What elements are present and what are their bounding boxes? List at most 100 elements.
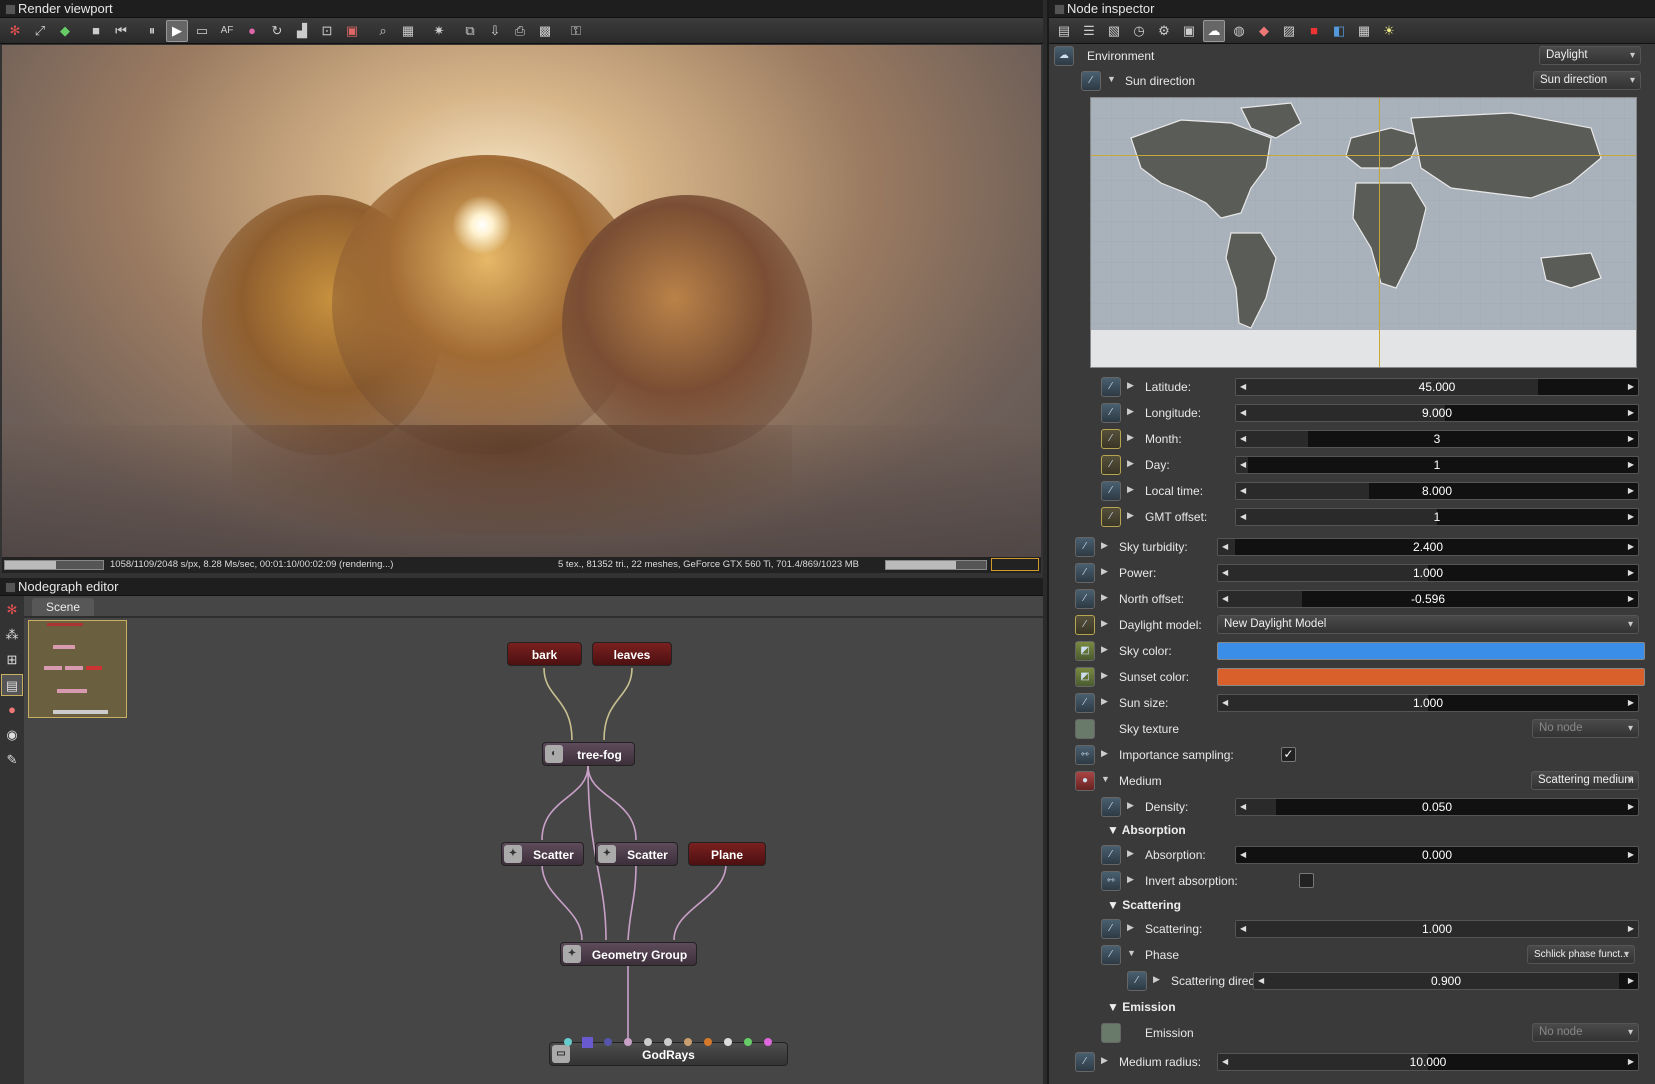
- export-icon[interactable]: ⇩: [484, 20, 506, 42]
- sky-texture-node-dropdown[interactable]: No node: [1532, 719, 1639, 738]
- power-node-icon[interactable]: ⁄: [1075, 563, 1095, 583]
- local-time-expand-icon[interactable]: ▶: [1127, 484, 1134, 495]
- save-icon[interactable]: ⎙: [509, 20, 531, 42]
- rewind-icon[interactable]: ⏮: [110, 20, 132, 42]
- sunset-color-node-icon[interactable]: ◩: [1075, 667, 1095, 687]
- importance-sampling-node-icon[interactable]: ⇿: [1075, 745, 1095, 765]
- scattering-direction-node-icon[interactable]: ⁄: [1127, 971, 1147, 991]
- density-slider[interactable]: ◀ ▶ 0.050: [1235, 798, 1639, 816]
- medium-radius-slider[interactable]: ◀ ▶ 10.000: [1217, 1053, 1639, 1071]
- medium-radius-expand-icon[interactable]: ▶: [1101, 1055, 1108, 1066]
- medium-expand-icon[interactable]: ▼: [1101, 774, 1110, 784]
- cube-color-icon[interactable]: ◆: [54, 20, 76, 42]
- power-slider[interactable]: ◀ ▶ 1.000: [1217, 564, 1639, 582]
- local-time-slider[interactable]: ◀ ▶ 8.000: [1235, 482, 1639, 500]
- node-bark[interactable]: bark: [507, 642, 582, 666]
- region-icon[interactable]: ⊡: [316, 20, 338, 42]
- north-offset-slider[interactable]: ◀ ▶ -0.596: [1217, 590, 1639, 608]
- sparkle-icon[interactable]: ✷: [428, 20, 450, 42]
- pause-icon[interactable]: ⏸: [141, 20, 163, 42]
- monitor-icon[interactable]: ▭: [191, 20, 213, 42]
- invert-absorption-checkbox[interactable]: [1299, 873, 1314, 888]
- longitude-slider[interactable]: ◀ ▶ 9.000: [1235, 404, 1639, 422]
- node-plane[interactable]: Plane: [688, 842, 766, 866]
- medium-radius-node-icon[interactable]: ⁄: [1075, 1052, 1095, 1072]
- medium-node-icon[interactable]: ●: [1075, 771, 1095, 791]
- scattering-direction-slider[interactable]: ◀ ▶ 0.900: [1253, 972, 1639, 990]
- gmt-offset-expand-icon[interactable]: ▶: [1127, 510, 1134, 521]
- sky-turbidity-node-icon[interactable]: ⁄: [1075, 537, 1095, 557]
- month-slider[interactable]: ◀ ▶ 3: [1235, 430, 1639, 448]
- longitude-expand-icon[interactable]: ▶: [1127, 406, 1134, 417]
- sky-color-swatch[interactable]: [1217, 642, 1645, 660]
- day-expand-icon[interactable]: ▶: [1127, 458, 1134, 469]
- latitude-slider[interactable]: ◀ ▶ 45.000: [1235, 378, 1639, 396]
- scattering-direction-expand-icon[interactable]: ▶: [1153, 974, 1160, 985]
- emission-node-dropdown[interactable]: No node: [1532, 1023, 1639, 1042]
- node-leaves[interactable]: leaves: [592, 642, 672, 666]
- gmt-offset-slider[interactable]: ◀ ▶ 1: [1235, 508, 1639, 526]
- sun-size-slider[interactable]: ◀ ▶ 1.000: [1217, 694, 1639, 712]
- medium-type-dropdown[interactable]: Scattering medium: [1531, 771, 1639, 790]
- sky-texture-node-icon[interactable]: [1075, 719, 1095, 739]
- sunset-color-expand-icon[interactable]: ▶: [1101, 670, 1108, 681]
- phase-node-icon[interactable]: ⁄: [1101, 945, 1121, 965]
- node-tree-fog[interactable]: ◐ tree-fog: [542, 742, 635, 766]
- latitude-expand-icon[interactable]: ▶: [1127, 380, 1134, 391]
- stop-icon[interactable]: ■: [85, 20, 107, 42]
- lock-icon[interactable]: ⚿: [565, 20, 587, 42]
- zoom-icon[interactable]: ⌕: [372, 20, 394, 42]
- daylight-model-expand-icon[interactable]: ▶: [1101, 618, 1108, 629]
- density-expand-icon[interactable]: ▶: [1127, 800, 1134, 811]
- north-offset-node-icon[interactable]: ⁄: [1075, 589, 1095, 609]
- importance-sampling-expand-icon[interactable]: ▶: [1101, 748, 1108, 759]
- app-logo-icon[interactable]: ✻: [4, 20, 26, 42]
- emission-node-icon[interactable]: [1101, 1023, 1121, 1043]
- month-expand-icon[interactable]: ▶: [1127, 432, 1134, 443]
- importance-sampling-checkbox[interactable]: ✓: [1281, 747, 1296, 762]
- sky-color-expand-icon[interactable]: ▶: [1101, 644, 1108, 655]
- node-scatter-2[interactable]: ✦ Scatter: [595, 842, 678, 866]
- phase-function-dropdown[interactable]: Schlick phase funct...: [1527, 945, 1635, 964]
- sky-color-node-icon[interactable]: ◩: [1075, 641, 1095, 661]
- scattering-node-icon[interactable]: ⁄: [1101, 919, 1121, 939]
- sky-turbidity-slider[interactable]: ◀ ▶ 2.400: [1217, 538, 1639, 556]
- month-node-icon[interactable]: ⁄: [1101, 429, 1121, 449]
- density-node-icon[interactable]: ⁄: [1101, 797, 1121, 817]
- crop-icon[interactable]: ▣: [341, 20, 363, 42]
- frame-icon[interactable]: ▦: [397, 20, 419, 42]
- latitude-node-icon[interactable]: ⁄: [1101, 377, 1121, 397]
- gmt-offset-node-icon[interactable]: ⁄: [1101, 507, 1121, 527]
- histogram-icon[interactable]: ▟: [291, 20, 313, 42]
- copy-icon[interactable]: ⧉: [459, 20, 481, 42]
- refresh-icon[interactable]: ↻: [266, 20, 288, 42]
- north-offset-expand-icon[interactable]: ▶: [1101, 592, 1108, 603]
- render-image[interactable]: [2, 45, 1041, 557]
- phase-expand-icon[interactable]: ▼: [1127, 948, 1136, 958]
- absorption-node-icon[interactable]: ⁄: [1101, 845, 1121, 865]
- day-slider[interactable]: ◀ ▶ 1: [1235, 456, 1639, 474]
- daylight-model-dropdown[interactable]: New Daylight Model: [1217, 615, 1639, 634]
- absorption-expand-icon[interactable]: ▶: [1127, 848, 1134, 859]
- checker-icon[interactable]: ▩: [534, 20, 556, 42]
- invert-absorption-node-icon[interactable]: ⇿: [1101, 871, 1121, 891]
- scattering-expand-icon[interactable]: ▶: [1127, 922, 1134, 933]
- sun-size-expand-icon[interactable]: ▶: [1101, 696, 1108, 707]
- section-emission-section[interactable]: ▼ Emission: [1107, 1000, 1176, 1014]
- day-node-icon[interactable]: ⁄: [1101, 455, 1121, 475]
- local-time-node-icon[interactable]: ⁄: [1101, 481, 1121, 501]
- invert-absorption-expand-icon[interactable]: ▶: [1127, 874, 1134, 885]
- node-scatter-1[interactable]: ✦ Scatter: [501, 842, 584, 866]
- fit-icon[interactable]: ⤢: [29, 20, 51, 42]
- sun-size-node-icon[interactable]: ⁄: [1075, 693, 1095, 713]
- power-expand-icon[interactable]: ▶: [1101, 566, 1108, 577]
- section-scattering-section[interactable]: ▼ Scattering: [1107, 898, 1181, 912]
- af-icon[interactable]: AF: [216, 20, 238, 42]
- node-geometry-group[interactable]: ✦ Geometry Group: [560, 942, 697, 966]
- play-icon[interactable]: ▶: [166, 19, 188, 42]
- longitude-node-icon[interactable]: ⁄: [1101, 403, 1121, 423]
- color-wheel-icon[interactable]: ●: [241, 20, 263, 42]
- scattering-slider[interactable]: ◀ ▶ 1.000: [1235, 920, 1639, 938]
- section-absorption-section[interactable]: ▼ Absorption: [1107, 823, 1186, 837]
- absorption-slider[interactable]: ◀ ▶ 0.000: [1235, 846, 1639, 864]
